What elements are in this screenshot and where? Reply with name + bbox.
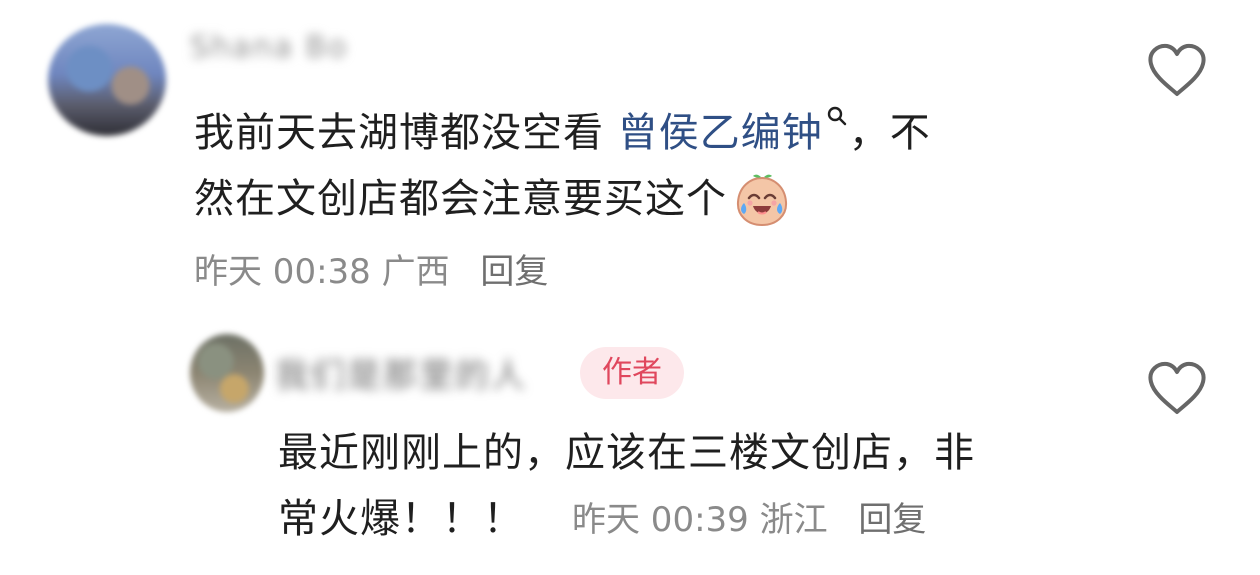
avatar[interactable]	[190, 334, 264, 412]
comment-thread: Shana Bo 我前天去湖博都没空看 曾侯乙编钟 ，不 然在文创店都会注意要买…	[0, 0, 1260, 575]
heart-outline-icon[interactable]	[1146, 360, 1208, 416]
comment-line-1-suffix: ，不	[848, 110, 931, 156]
comment-text-line-2: 常火爆！！！	[278, 496, 524, 542]
search-icon	[827, 106, 846, 126]
comment-location: 广西	[381, 252, 450, 292]
comment-text-line-2: 然在文创店都会注意要买这个	[194, 176, 727, 222]
username[interactable]: 我们是那里的人	[275, 348, 527, 397]
author-badge: 作者	[580, 347, 684, 399]
comment-text-prefix: 我前天去湖博都没空看	[194, 110, 618, 156]
username[interactable]: Shana Bo	[190, 30, 348, 65]
comment-location: 浙江	[759, 500, 828, 540]
comment-line-1: 我前天去湖博都没空看 曾侯乙编钟 ，不	[194, 100, 931, 166]
comment-text: 我前天去湖博都没空看 曾侯乙编钟 ，不 然在文创店都会注意要买这个	[194, 100, 931, 232]
reply-button[interactable]: 回复	[480, 252, 548, 292]
comment-line-1: 最近刚刚上的，应该在三楼文创店，非	[278, 430, 975, 476]
heart-outline-icon[interactable]	[1146, 42, 1208, 98]
comment-time: 昨天 00:38	[194, 252, 371, 292]
comment-meta: 昨天 00:39 浙江 回复	[572, 492, 926, 541]
search-link-label: 曾侯乙编钟	[617, 110, 823, 156]
comment-line-2: 然在文创店都会注意要买这个	[194, 166, 931, 232]
comment-meta: 昨天 00:38 广西 回复	[194, 244, 548, 293]
reply-button[interactable]: 回复	[858, 500, 926, 540]
comment-time: 昨天 00:39	[572, 500, 749, 540]
search-link[interactable]: 曾侯乙编钟	[617, 106, 849, 156]
laugh-cry-emoji-icon	[736, 174, 788, 227]
avatar[interactable]	[48, 24, 166, 136]
